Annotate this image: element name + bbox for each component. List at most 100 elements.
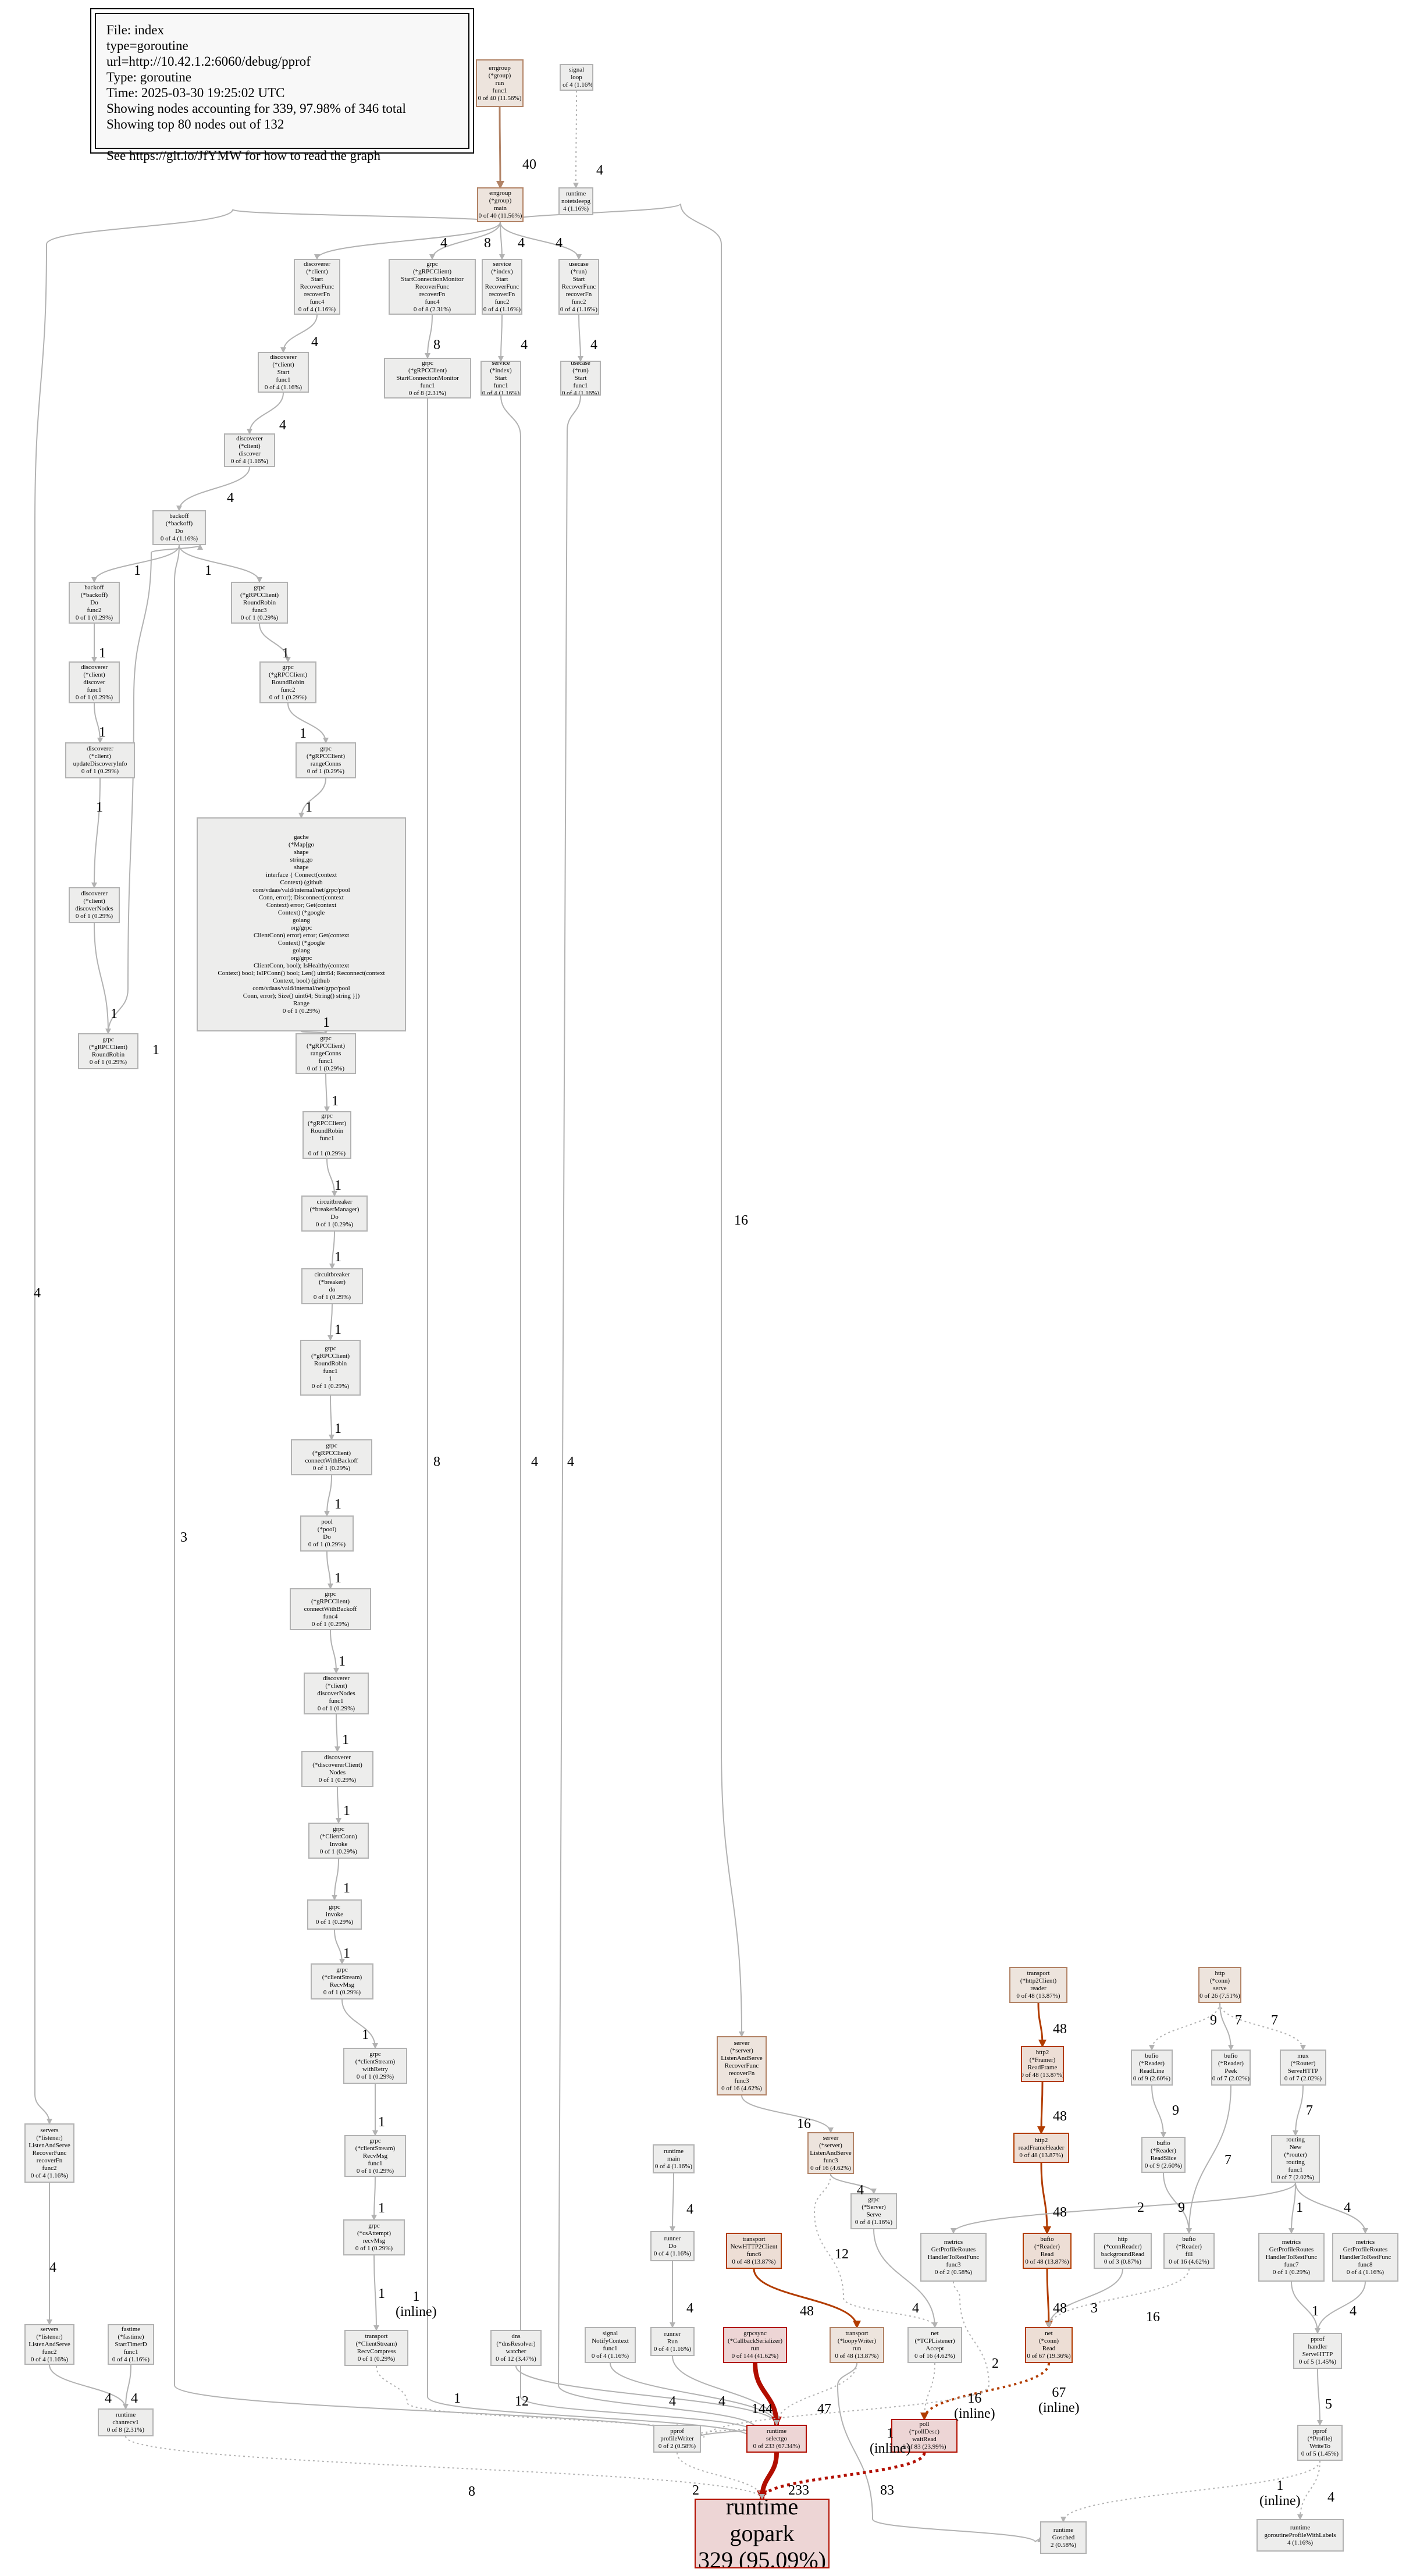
edge-label-line: 1 (323, 1015, 330, 1030)
node-usecase-start-recover[interactable]: usecase (*run) Start RecoverFunc recoverFn fu… (558, 259, 599, 315)
node-servers-listen-recover[interactable]: servers (*listener) ListenAndServe RecoverF… (24, 2123, 74, 2183)
node-grpc-startconn-func1[interactable]: grpc (*gRPCClient) StartConnectionMonitor f… (384, 358, 471, 399)
node-transport-http2client-reader[interactable]: transport (*http2Client) reader 0 of 48 (13… (1009, 1967, 1067, 2003)
node-pool-do[interactable]: pool (*pool) Do 0 of 1 (0.29%) (300, 1515, 354, 1552)
node-grpc-rangeconns-func1[interactable]: grpc (*gRPCClient) rangeConns func1 0 of 1 (… (296, 1033, 356, 1074)
node-http2-readframe[interactable]: http2 (*Framer) ReadFrame 0 of 48 (13.87%) (1021, 2046, 1064, 2082)
node-cb-breaker-do[interactable]: circuitbreaker (*breaker) do 0 of 1 (0.29%) (301, 1268, 363, 1304)
node-runtime-notetsleepg[interactable]: runtime notetsleepg 4 (1.16%) (558, 187, 593, 215)
node-errgroup-main[interactable]: errgroup (*group) main 0 of 40 (11.56%) (477, 187, 524, 222)
node-usecase-start-func1[interactable]: usecase (*run) Start func1 0 of 4 (1.16%) (560, 361, 601, 396)
node-disc-discover-func1[interactable]: discoverer (*client) discover func1 0 of 1 (… (69, 661, 120, 703)
node-bufio-fill[interactable]: bufio (*Reader) fill 0 of 16 (4.62%) (1163, 2233, 1215, 2269)
node-net-conn-read[interactable]: net (*conn) Read 0 of 67 (19.36%) (1025, 2327, 1073, 2363)
node-pprof-profilewriter[interactable]: pprof profileWriter 0 of 2 (0.58%) (653, 2425, 701, 2453)
node-disc-discovernodes[interactable]: discoverer (*client) discoverNodes 0 of 1 (… (69, 887, 120, 923)
node-backoff-do-func2[interactable]: backoff (*backoff) Do func2 0 of 1 (0.29%) (69, 582, 120, 624)
edge-label-line: 4 (686, 2301, 693, 2316)
edge-label: 4 (440, 236, 447, 251)
node-disc-start-func1[interactable]: discoverer (*client) Start func1 0 of 4 (1.1… (258, 352, 309, 393)
node-grpc-roundrobin[interactable]: grpc (*gRPCClient) RoundRobin 0 of 1 (0.29%… (78, 1033, 138, 1069)
node-disc-discovernodes-func1[interactable]: discoverer (*client) discoverNodes func1 0 o… (304, 1673, 369, 1714)
node-grpc-invoke-cc[interactable]: grpc (*ClientConn) Invoke 0 of 1 (0.29%) (308, 1823, 369, 1859)
node-bufio-readline[interactable]: bufio (*Reader) ReadLine 0 of 9 (2.60%) (1131, 2050, 1173, 2086)
node-grpc-withretry[interactable]: grpc (*clientStream) withRetry 0 of 1 (0.29… (343, 2048, 407, 2084)
node-bufio-readslice[interactable]: bufio (*Reader) ReadSlice 0 of 9 (2.60%) (1141, 2137, 1186, 2173)
node-signal-notifycontext[interactable]: signal NotifyContext func1 0 of 4 (1.16%) (585, 2327, 636, 2363)
node-disc-nodes[interactable]: discoverer (*discovererClient) Nodes 0 of 1… (301, 1751, 373, 1787)
node-mux-servehttp[interactable]: mux (*Router) ServeHTTP 0 of 7 (2.02%) (1280, 2050, 1326, 2086)
node-label-line: (*ClientStream) (355, 2340, 397, 2347)
node-grpc-server-serve[interactable]: grpc (*Server) Serve 0 of 4 (1.16%) (850, 2193, 897, 2229)
node-runner-do[interactable]: runner Do 0 of 4 (1.16%) (650, 2231, 695, 2261)
node-label-line: transport (742, 2236, 766, 2243)
node-runtime-selectgo[interactable]: runtime selectgo 0 of 233 (67.34%) (746, 2425, 807, 2453)
node-metrics-handler-func7[interactable]: metrics GetProfileRoutes HandlerToRestFunc… (1258, 2233, 1325, 2282)
node-runtime-chanrecv1[interactable]: runtime chanrecv1 0 of 8 (2.31%) (98, 2408, 154, 2436)
node-gache-range[interactable]: gache (*Map[go shape string,go shape interfac… (197, 817, 406, 1031)
node-grpc-rangeconns[interactable]: grpc (*gRPCClient) rangeConns 0 of 1 (0.29%… (296, 742, 356, 778)
node-transport-recvcompress[interactable]: transport (*ClientStream) RecvCompress 0 of… (344, 2330, 408, 2366)
node-svc-start-func1[interactable]: service (*index) Start func1 0 of 4 (1.16%) (480, 361, 521, 396)
node-net-tcplistener-accept[interactable]: net (*TCPListener) Accept 0 of 16 (4.62%) (907, 2327, 962, 2363)
node-disc-updatediscoveryinfo[interactable]: discoverer (*client) updateDiscoveryInfo 0 … (65, 742, 135, 778)
node-grpc-connectwithbackoff-func4[interactable]: grpc (*gRPCClient) connectWithBackoff func4… (290, 1588, 371, 1630)
node-pprof-profile-writeto[interactable]: pprof (*Profile) WriteTo 0 of 5 (1.45%) (1297, 2425, 1343, 2461)
node-grpc-recvmsg-func1[interactable]: grpc (*clientStream) RecvMsg func1 0 of 1 (0… (344, 2135, 406, 2177)
node-dns-watcher[interactable]: dns (*dnsResolver) watcher 0 of 12 (3.47%) (490, 2330, 542, 2366)
node-svc-start-recover[interactable]: service (*index) Start RecoverFunc recoverFn… (482, 259, 522, 315)
node-grpc-invoke[interactable]: grpc invoke 0 of 1 (0.29%) (307, 1899, 362, 1930)
node-label-line: 0 of 48 (13.87%) (1016, 1993, 1060, 1999)
node-disc-start-recover[interactable]: discoverer (*client) Start RecoverFunc recov… (294, 259, 340, 315)
node-grpc-roundrobin-func3[interactable]: grpc (*gRPCClient) RoundRobin func3 0 of 1 (… (231, 582, 288, 624)
edge-label: 1 (99, 646, 106, 661)
node-label-line: func1 (493, 382, 508, 389)
node-bufio-peek[interactable]: bufio (*Reader) Peek 0 of 7 (2.02%) (1211, 2050, 1251, 2086)
node-pprof-handler-servehttp[interactable]: pprof handler ServeHTTP 0 of 5 (1.45%) (1293, 2333, 1342, 2369)
node-disc-discover[interactable]: discoverer (*client) discover 0 of 4 (1.16%… (224, 433, 275, 467)
node-grpcsync-callbackserializer[interactable]: grpcsync (*CallbackSerializer) run 0 of 144… (723, 2327, 787, 2363)
node-transport-newhttp2[interactable]: transport NewHTTP2Client func6 0 of 48 (13.… (726, 2233, 782, 2269)
edge-label: 1 (334, 1497, 341, 1512)
node-label-line: discover (239, 450, 261, 457)
node-io-readfull[interactable]: bufio (*Reader) Read 0 of 48 (13.87%) (1023, 2233, 1072, 2269)
node-timeline-start-func1[interactable]: fastime (*fastime) StartTimerD func1 0 of 4 … (108, 2324, 154, 2365)
node-grpc-recvmsg-cs[interactable]: grpc (*clientStream) RecvMsg 0 of 1 (0.29%) (311, 1963, 373, 1999)
node-signal-loop[interactable]: signal loop 0 of 4 (1.16%) (560, 64, 593, 91)
node-servers-listen-func2[interactable]: servers (*listener) ListenAndServe func2 0 o… (24, 2324, 74, 2365)
node-errgroup-run[interactable]: errgroup (*group) run func1 0 of 40 (11.56%) (476, 59, 524, 107)
node-metrics-handler-func3[interactable]: metrics GetProfileRoutes HandlerToRestFunc… (920, 2233, 987, 2282)
node-label-line: New (1289, 2144, 1302, 2151)
node-label-line: func2 (42, 2164, 57, 2172)
node-label-line: func2 (87, 606, 102, 614)
node-grpc-roundrobin-func1[interactable]: grpc (*gRPCClient) RoundRobin func1 0 of 1 … (302, 1111, 351, 1159)
node-grpc-connectwithbackoff[interactable]: grpc (*gRPCClient) connectWithBackoff 0 of … (291, 1439, 372, 1475)
node-label-line: run (852, 2345, 862, 2352)
edge-mux-servehttp-to-routing-new-func1 (1293, 2085, 1304, 2136)
node-label-line: grpc (426, 260, 438, 268)
node-grpc-roundrobin-func2[interactable]: grpc (*gRPCClient) RoundRobin func2 0 of 1 (… (259, 661, 316, 703)
node-transport-loopywriter[interactable]: transport (*loopyWriter) run 0 of 48 (13.87… (830, 2327, 884, 2363)
node-server-listen-recover[interactable]: server (*server) ListenAndServe RecoverFunc… (717, 2036, 767, 2095)
node-grpc-startconn-recover[interactable]: grpc (*gRPCClient) StartConnectionMonitor R… (389, 259, 476, 315)
node-runtime-gopark[interactable]: runtime gopark 329 (95.09%) (695, 2499, 830, 2568)
node-runtime-gosched[interactable]: runtime Gosched 2 (0.58%) (1040, 2521, 1087, 2554)
node-http-connreader-bgread[interactable]: http (*connReader) backgroundRead 0 of 3 (0… (1094, 2233, 1152, 2269)
node-runtime-goroutineprofile[interactable]: runtime goroutineProfileWithLabels 4 (1.16… (1256, 2519, 1344, 2552)
edge-label: 4 (686, 2301, 693, 2316)
node-runner-run[interactable]: runner Run 0 of 4 (1.16%) (650, 2327, 695, 2356)
node-grpc-recvmsg-csa[interactable]: grpc (*csAttempt) recvMsg 0 of 1 (0.29%) (343, 2219, 405, 2255)
node-server-listen-func3[interactable]: server (*server) ListenAndServe func3 0 of 1… (807, 2132, 854, 2174)
node-backoff-do[interactable]: backoff (*backoff) Do 0 of 4 (1.16%) (152, 510, 206, 545)
node-runtime-main[interactable]: runtime main 0 of 4 (1.16%) (653, 2144, 695, 2173)
node-label-line: mux (1297, 2052, 1309, 2059)
node-label-line: (*client) (325, 1682, 347, 1689)
node-http-conn-serve[interactable]: http (*conn) serve 0 of 26 (7.51%) (1198, 1967, 1241, 2003)
node-cb-do[interactable]: circuitbreaker (*breakerManager) Do 0 of 1 … (301, 1196, 368, 1232)
node-grpc-roundrobin-func1-1[interactable]: grpc (*gRPCClient) RoundRobin func1 1 0 of 1 … (300, 1340, 361, 1396)
node-label-line: (*Reader) (1176, 2243, 1202, 2250)
node-http2-readframeheader[interactable]: http2 readFrameHeader 0 of 48 (13.87%) (1013, 2133, 1069, 2163)
node-routing-new-func1[interactable]: routing New (*router) routing func1 0 of 7 (2… (1271, 2135, 1320, 2183)
node-label-line: 0 of 1 (0.29%) (323, 1989, 361, 1996)
node-metrics-handler-func8[interactable]: metrics GetProfileRoutes HandlerToRestFunc… (1332, 2233, 1398, 2282)
